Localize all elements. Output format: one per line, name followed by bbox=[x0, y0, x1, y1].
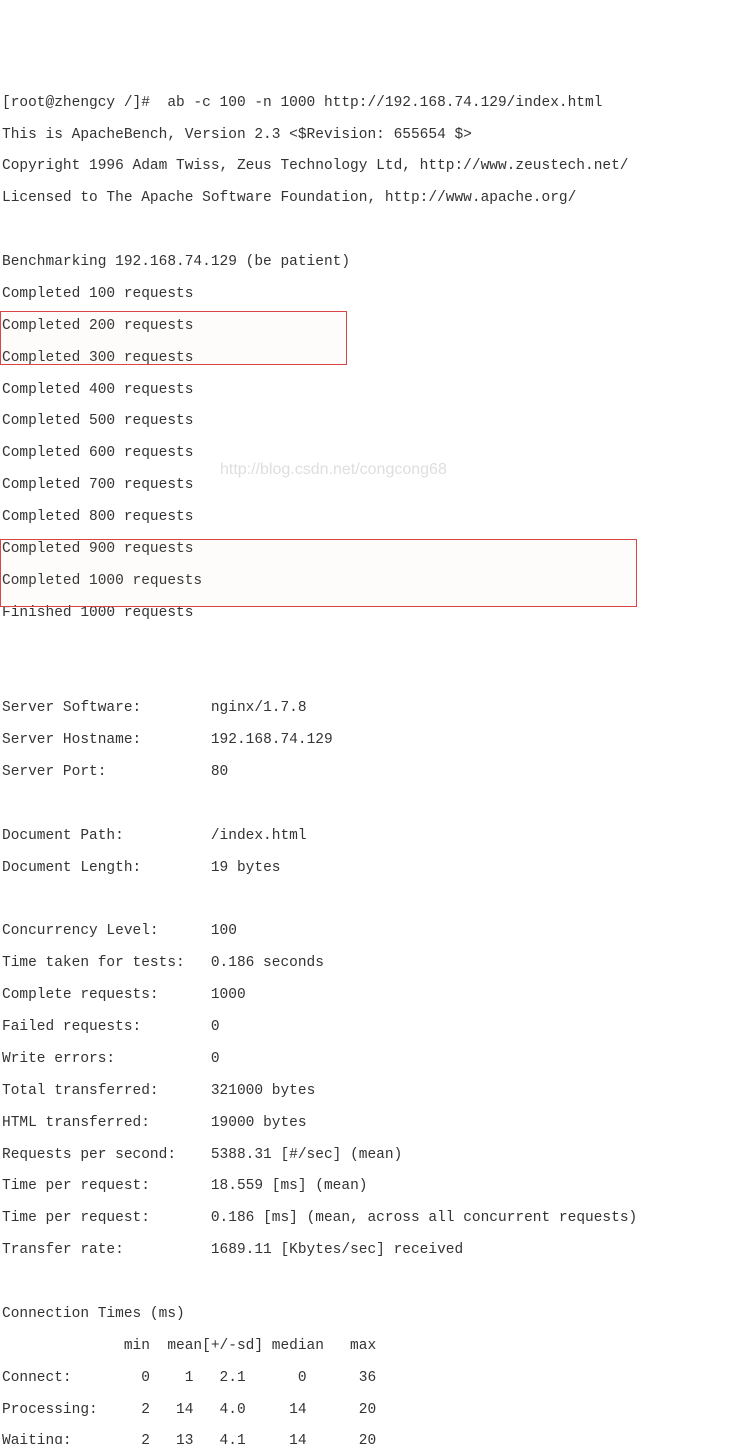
progress-line: Completed 700 requests bbox=[2, 478, 737, 494]
server-hostname-line: Server Hostname: 192.168.74.129 bbox=[2, 733, 737, 749]
progress-line: Completed 500 requests bbox=[2, 414, 737, 430]
blank-line bbox=[2, 893, 737, 909]
server-software-line: Server Software: nginx/1.7.8 bbox=[2, 701, 737, 717]
benchmarking-line: Benchmarking 192.168.74.129 (be patient) bbox=[2, 255, 737, 271]
shell-prompt: [root@zhengcy /]# ab -c 100 -n 1000 http… bbox=[2, 96, 737, 112]
label: Write errors: bbox=[2, 1051, 115, 1067]
value: 0.186 seconds bbox=[211, 955, 324, 971]
label: Time taken for tests: bbox=[2, 955, 185, 971]
tpr2-line: Time per request: 0.186 [ms] (mean, acro… bbox=[2, 1211, 737, 1227]
document-path-line: Document Path: /index.html bbox=[2, 829, 737, 845]
progress-line: Finished 1000 requests bbox=[2, 606, 737, 622]
failed-requests-line: Failed requests: 0 bbox=[2, 1020, 737, 1036]
value: 1689.11 [Kbytes/sec] received bbox=[211, 1242, 463, 1258]
transfer-rate-line: Transfer rate: 1689.11 [Kbytes/sec] rece… bbox=[2, 1243, 737, 1259]
rps-line: Requests per second: 5388.31 [#/sec] (me… bbox=[2, 1148, 737, 1164]
ab-header-line: Copyright 1996 Adam Twiss, Zeus Technolo… bbox=[2, 159, 737, 175]
label: Document Path: bbox=[2, 828, 124, 844]
conn-times-row: Connect: 0 1 2.1 0 36 bbox=[2, 1371, 737, 1387]
value: 80 bbox=[211, 764, 228, 780]
progress-line: Completed 600 requests bbox=[2, 446, 737, 462]
label: Concurrency Level: bbox=[2, 923, 159, 939]
concurrency-line: Concurrency Level: 100 bbox=[2, 924, 737, 940]
total-transferred-line: Total transferred: 321000 bytes bbox=[2, 1084, 737, 1100]
value: 5388.31 [#/sec] (mean) bbox=[211, 1147, 402, 1163]
blank-line bbox=[2, 669, 737, 685]
value: 19 bytes bbox=[211, 860, 281, 876]
progress-line: Completed 1000 requests bbox=[2, 574, 737, 590]
tpr1-line: Time per request: 18.559 [ms] (mean) bbox=[2, 1179, 737, 1195]
document-length-line: Document Length: 19 bytes bbox=[2, 861, 737, 877]
progress-line: Completed 900 requests bbox=[2, 542, 737, 558]
value: /index.html bbox=[211, 828, 307, 844]
label: Total transferred: bbox=[2, 1083, 159, 1099]
ab-header-line: Licensed to The Apache Software Foundati… bbox=[2, 191, 737, 207]
label: Failed requests: bbox=[2, 1019, 141, 1035]
blank-line bbox=[2, 1275, 737, 1291]
progress-line: Completed 300 requests bbox=[2, 351, 737, 367]
conn-times-header: min mean[+/-sd] median max bbox=[2, 1339, 737, 1355]
value: 19000 bytes bbox=[211, 1115, 307, 1131]
server-port-line: Server Port: 80 bbox=[2, 765, 737, 781]
label: Server Hostname: bbox=[2, 732, 141, 748]
value: 0 bbox=[211, 1051, 220, 1067]
write-errors-line: Write errors: 0 bbox=[2, 1052, 737, 1068]
value: 321000 bytes bbox=[211, 1083, 315, 1099]
value: 0 bbox=[211, 1019, 220, 1035]
value: 18.559 [ms] (mean) bbox=[211, 1178, 368, 1194]
label: Document Length: bbox=[2, 860, 141, 876]
value: 100 bbox=[211, 923, 237, 939]
label: Time per request: bbox=[2, 1210, 150, 1226]
blank-line bbox=[2, 638, 737, 654]
conn-times-row: Processing: 2 14 4.0 14 20 bbox=[2, 1403, 737, 1419]
conn-times-title: Connection Times (ms) bbox=[2, 1307, 737, 1323]
label: HTML transferred: bbox=[2, 1115, 150, 1131]
terminal-output: [root@zhengcy /]# ab -c 100 -n 1000 http… bbox=[0, 80, 737, 1444]
time-taken-line: Time taken for tests: 0.186 seconds bbox=[2, 956, 737, 972]
value: 192.168.74.129 bbox=[211, 732, 333, 748]
html-transferred-line: HTML transferred: 19000 bytes bbox=[2, 1116, 737, 1132]
progress-line: Completed 800 requests bbox=[2, 510, 737, 526]
label: Server Port: bbox=[2, 764, 106, 780]
blank-line bbox=[2, 223, 737, 239]
label: Requests per second: bbox=[2, 1147, 176, 1163]
label: Server Software: bbox=[2, 700, 141, 716]
value: nginx/1.7.8 bbox=[211, 700, 307, 716]
blank-line bbox=[2, 797, 737, 813]
progress-line: Completed 100 requests bbox=[2, 287, 737, 303]
label: Transfer rate: bbox=[2, 1242, 124, 1258]
conn-times-row: Waiting: 2 13 4.1 14 20 bbox=[2, 1434, 737, 1444]
value: 1000 bbox=[211, 987, 246, 1003]
progress-line: Completed 400 requests bbox=[2, 383, 737, 399]
label: Complete requests: bbox=[2, 987, 159, 1003]
ab-header-line: This is ApacheBench, Version 2.3 <$Revis… bbox=[2, 128, 737, 144]
value: 0.186 [ms] (mean, across all concurrent … bbox=[211, 1210, 637, 1226]
label: Time per request: bbox=[2, 1178, 150, 1194]
progress-line: Completed 200 requests bbox=[2, 319, 737, 335]
complete-requests-line: Complete requests: 1000 bbox=[2, 988, 737, 1004]
